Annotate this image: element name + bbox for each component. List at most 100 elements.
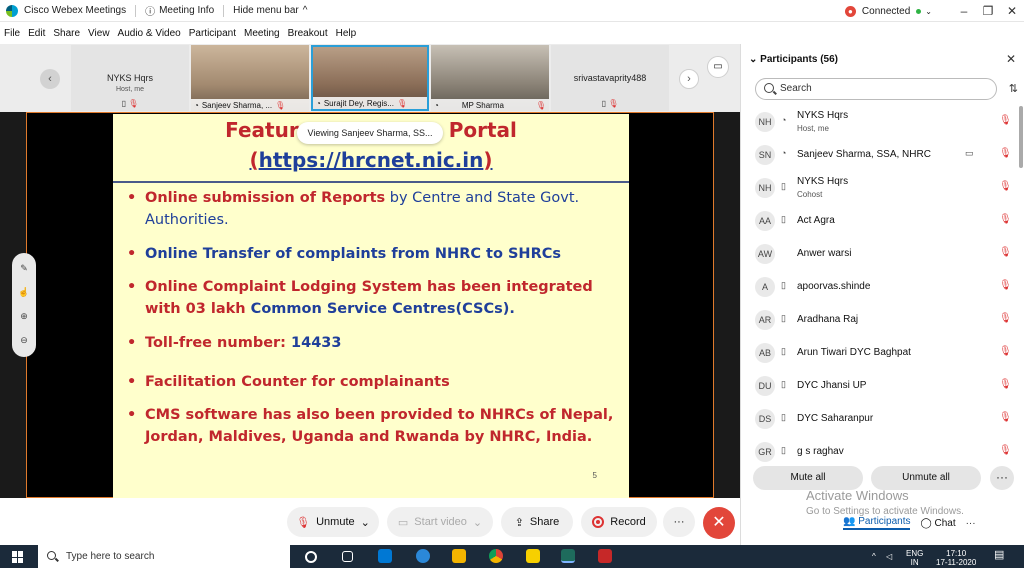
close-window-button[interactable]: ✕	[1000, 4, 1024, 18]
maximize-button[interactable]: ❐	[976, 4, 1000, 18]
menu-view[interactable]: View	[88, 28, 110, 39]
muted-mic-icon[interactable]: 🎙	[999, 115, 1012, 126]
annotate-icon[interactable]: ✎	[12, 263, 36, 274]
clock[interactable]: 17:10 17-11-2020	[936, 549, 976, 567]
participant-row[interactable]: A ▯ apoorvas.shinde 🎙	[741, 271, 1019, 303]
hide-menu-bar-button[interactable]: Hide menu bar ^	[233, 5, 307, 16]
close-icon[interactable]: ✕	[1006, 52, 1016, 66]
start-video-button[interactable]: ▭ Start video ⌄	[387, 507, 493, 537]
taskbar-search-input[interactable]: Type here to search	[38, 545, 290, 568]
mute-all-button[interactable]: Mute all	[753, 466, 863, 490]
menu-breakout[interactable]: Breakout	[288, 28, 328, 39]
panel-tabs: 👥 Participants ◯ Chat ···	[843, 516, 976, 530]
muted-mic-icon[interactable]: 🎙	[999, 412, 1012, 423]
next-videos-button[interactable]: ›	[679, 69, 699, 89]
edge-icon[interactable]	[416, 549, 430, 563]
muted-mic-icon[interactable]: 🎙	[999, 313, 1012, 324]
unmute-button[interactable]: 🎙 Unmute ⌄	[287, 507, 379, 537]
previous-videos-button[interactable]: ‹	[40, 69, 60, 89]
language-indicator[interactable]: ENG IN	[906, 549, 923, 567]
leave-meeting-button[interactable]: ✕	[703, 507, 735, 539]
participant-row[interactable]: AB ▯ Arun Tiwari DYC Baghpat 🎙	[741, 337, 1019, 369]
menu-audio-video[interactable]: Audio & Video	[118, 28, 181, 39]
muted-mic-icon[interactable]: 🎙	[999, 148, 1012, 159]
participant-row[interactable]: DS ▯ DYC Saharanpur 🎙	[741, 403, 1019, 435]
more-options-icon[interactable]: ···	[990, 466, 1014, 490]
layout-icon[interactable]: ▭	[707, 56, 729, 78]
mail-icon[interactable]	[378, 549, 392, 563]
menu-file[interactable]: File	[4, 28, 20, 39]
muted-mic-icon[interactable]: 🎙	[999, 280, 1012, 291]
menu-share[interactable]: Share	[53, 28, 80, 39]
webex-taskbar-icon[interactable]	[561, 549, 575, 563]
menu-help[interactable]: Help	[336, 28, 357, 39]
muted-mic-icon[interactable]: 🎙	[999, 214, 1012, 225]
menu-bar: File Edit Share View Audio & Video Parti…	[0, 24, 356, 42]
muted-mic-icon[interactable]: 🎙	[999, 445, 1012, 456]
participant-row[interactable]: AW Anwer warsi 🎙	[741, 238, 1019, 270]
participant-row[interactable]: NH ▯ NYKS Hqrs Cohost 🎙	[741, 172, 1019, 204]
muted-mic-icon[interactable]: 🎙	[999, 247, 1012, 258]
video-tile-mp-sharma[interactable]: ◔ MP Sharma 🎙	[431, 45, 549, 111]
panel-more-icon[interactable]: ···	[966, 518, 976, 529]
audio-icon: ◔	[781, 148, 787, 158]
participant-row[interactable]: GR ▯ g s raghav 🎙	[741, 436, 1019, 468]
video-strip: ‹ NYKS Hqrs Host, me ▯ 🎙 ◔ Sanjeev Sharma…	[0, 44, 740, 112]
chrome-icon[interactable]	[489, 549, 503, 563]
sticky-notes-icon[interactable]	[526, 549, 540, 563]
pointer-icon[interactable]: ☝	[12, 287, 36, 298]
zoom-in-icon[interactable]: ⊕	[12, 311, 36, 322]
tile-caption-name: Surajit Dey, Regis...	[323, 98, 394, 108]
participant-row[interactable]: SN ◔ Sanjeev Sharma, SSA, NHRC ▭ 🎙	[741, 139, 1019, 171]
avatar: A	[755, 277, 775, 297]
connection-status[interactable]: Connected	[862, 6, 910, 17]
bullet-dot: •	[127, 374, 137, 390]
meeting-info-button[interactable]: ⓘ Meeting Info	[145, 3, 214, 18]
app-taskbar-icon[interactable]	[598, 549, 612, 563]
share-button[interactable]: ⇪ Share	[501, 507, 573, 537]
tray-chevron-icon[interactable]: ^	[872, 552, 876, 561]
audio-icon: ◔	[316, 98, 321, 108]
video-tile-sanjeev[interactable]: ◔ Sanjeev Sharma, ... 🎙	[191, 45, 309, 111]
volume-icon[interactable]: ◁	[886, 552, 892, 561]
record-button[interactable]: Record	[581, 507, 657, 537]
participants-title[interactable]: ⌄ Participants (56)	[749, 54, 838, 65]
task-view-icon[interactable]	[342, 551, 353, 562]
zoom-out-icon[interactable]: ⊖	[12, 335, 36, 346]
unmute-all-button[interactable]: Unmute all	[871, 466, 981, 490]
menu-meeting[interactable]: Meeting	[244, 28, 280, 39]
video-tile-surajit[interactable]: ◔ Surajit Dey, Regis... 🎙	[311, 45, 429, 111]
tile-caption-name: MP Sharma	[461, 100, 504, 110]
participant-row[interactable]: AR ▯ Aradhana Raj 🎙	[741, 304, 1019, 336]
start-video-label: Start video	[414, 516, 467, 528]
chevron-down-icon[interactable]: ⌄	[473, 516, 482, 529]
tab-participants[interactable]: 👥 Participants	[843, 516, 911, 530]
menu-edit[interactable]: Edit	[28, 28, 45, 39]
video-tile-host[interactable]: NYKS Hqrs Host, me ▯ 🎙	[71, 45, 189, 111]
chevron-down-icon[interactable]: ⌄	[361, 516, 370, 529]
muted-mic-icon[interactable]: 🎙	[999, 379, 1012, 390]
participant-row[interactable]: AA ▯ Act Agra 🎙	[741, 205, 1019, 237]
video-tile-srivastava[interactable]: srivastavaprity488 ▯ 🎙	[551, 45, 669, 111]
bullet-dot: •	[127, 335, 137, 351]
chevron-down-icon[interactable]: ⌄	[925, 7, 932, 16]
avatar: AW	[755, 244, 775, 264]
people-icon: 👥	[843, 516, 856, 527]
meeting-info-label: Meeting Info	[159, 5, 215, 16]
muted-mic-icon[interactable]: 🎙	[999, 346, 1012, 357]
minimize-button[interactable]: –	[952, 4, 976, 18]
participant-row[interactable]: NH ◔ NYKS Hqrs Host, me 🎙	[741, 106, 1019, 138]
file-explorer-icon[interactable]	[452, 549, 466, 563]
more-options-button[interactable]: ···	[663, 507, 695, 537]
participant-list-scrollbar[interactable]	[1019, 106, 1023, 168]
cortana-icon[interactable]	[305, 551, 317, 563]
tab-chat[interactable]: ◯ Chat	[920, 518, 955, 529]
video-off-icon: ▭	[397, 516, 409, 529]
participant-row[interactable]: DU ▯ DYC Jhansi UP 🎙	[741, 370, 1019, 402]
participant-search-input[interactable]: Search	[755, 78, 997, 100]
menu-participant[interactable]: Participant	[189, 28, 236, 39]
windows-start-icon[interactable]	[12, 551, 24, 563]
sort-icon[interactable]: ⇅	[1009, 82, 1018, 95]
notifications-icon[interactable]: ▤	[994, 550, 1004, 561]
muted-mic-icon[interactable]: 🎙	[999, 181, 1012, 192]
